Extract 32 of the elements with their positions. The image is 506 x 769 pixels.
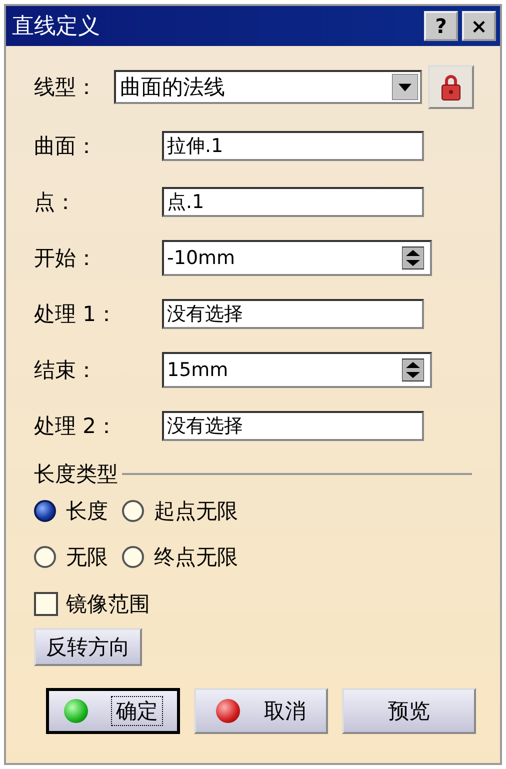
field-label: 开始： — [34, 245, 98, 272]
ok-button[interactable]: 确定 — [46, 688, 180, 734]
cancel-button[interactable]: 取消 — [194, 688, 328, 734]
group-title: 长度类型 — [34, 461, 118, 488]
preview-button[interactable]: 预览 — [342, 688, 476, 734]
lock-button[interactable] — [428, 65, 474, 109]
line-type-dropdown[interactable]: 曲面的法线 — [114, 70, 422, 104]
field-label: 线型： — [34, 74, 98, 101]
padlock-icon — [439, 72, 463, 102]
field-label: 点： — [34, 189, 77, 216]
input-field[interactable]: 没有选择 — [162, 411, 424, 441]
spinner-arrows-icon[interactable] — [402, 357, 424, 383]
help-button[interactable]: ? — [424, 11, 458, 41]
spin-field[interactable]: -10mm — [162, 240, 432, 276]
field-label: 处理 2： — [34, 413, 118, 440]
spinner-arrows-icon[interactable] — [402, 245, 424, 271]
spin-field[interactable]: 15mm — [162, 352, 432, 388]
dropdown-arrow-icon[interactable] — [392, 74, 418, 100]
field-label: 结束： — [34, 357, 98, 384]
radio-option[interactable]: 起点无限 — [122, 497, 238, 525]
field-label: 处理 1： — [34, 301, 118, 328]
field-label: 曲面： — [34, 133, 98, 160]
mirror-checkbox[interactable]: 镜像范围 — [34, 580, 476, 628]
radio-option[interactable]: 无限 — [34, 543, 108, 571]
input-field[interactable]: 拉伸.1 — [162, 131, 424, 161]
radio-option[interactable]: 终点无限 — [122, 543, 238, 571]
window-title: 直线定义 — [12, 13, 101, 41]
input-field[interactable]: 没有选择 — [162, 299, 424, 329]
close-button[interactable]: × — [462, 11, 496, 41]
radio-option[interactable]: 长度 — [34, 497, 108, 525]
input-field[interactable]: 点.1 — [162, 187, 424, 217]
reverse-direction-button[interactable]: 反转方向 — [34, 628, 142, 666]
